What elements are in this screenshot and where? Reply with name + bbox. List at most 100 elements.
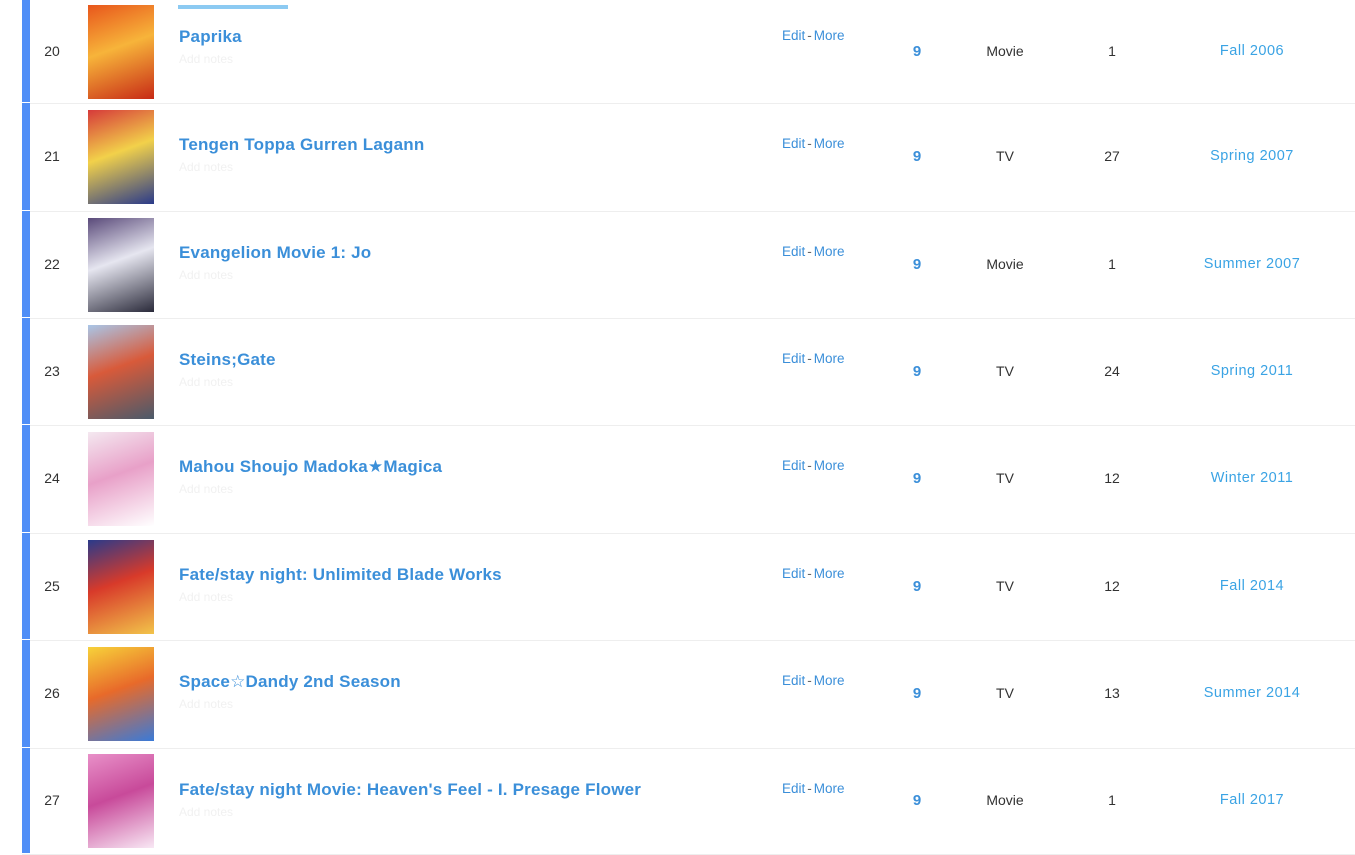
anime-list: 20 Paprika Add notes Edit - More 9 Movie 1 Fall 2… bbox=[22, 0, 1355, 855]
anime-title-link[interactable]: Fate/stay night: Unlimited Blade Works bbox=[179, 565, 502, 585]
anime-type: Movie bbox=[986, 792, 1024, 808]
add-notes-link[interactable]: Add notes bbox=[179, 697, 233, 711]
add-notes-link[interactable]: Add notes bbox=[179, 482, 233, 496]
status-bar bbox=[22, 640, 30, 748]
season-link[interactable]: Spring 2007 bbox=[1182, 148, 1322, 164]
cover-image[interactable] bbox=[88, 754, 154, 848]
score-value[interactable]: 9 bbox=[902, 256, 932, 273]
row-actions: Edit - More bbox=[782, 458, 845, 473]
episode-count: 24 bbox=[1104, 362, 1120, 379]
cover-image[interactable] bbox=[88, 647, 154, 741]
episode-count: 1 bbox=[1108, 792, 1116, 808]
row-actions: Edit - More bbox=[782, 136, 845, 151]
episode-count: 1 bbox=[1108, 42, 1116, 59]
season-link[interactable]: Winter 2011 bbox=[1182, 470, 1322, 486]
add-notes-link[interactable]: Add notes bbox=[179, 52, 233, 66]
row-actions: Edit - More bbox=[782, 673, 845, 688]
edit-link[interactable]: Edit bbox=[782, 244, 805, 259]
status-bar bbox=[22, 748, 30, 854]
rank-number: 24 bbox=[44, 470, 60, 486]
anime-title-link[interactable]: Evangelion Movie 1: Jo bbox=[179, 243, 371, 263]
episode-count: 1 bbox=[1108, 255, 1116, 272]
score-value[interactable]: 9 bbox=[902, 148, 932, 165]
cover-image[interactable] bbox=[88, 324, 154, 419]
anime-type: Movie bbox=[986, 42, 1024, 59]
anime-title-link[interactable]: Paprika bbox=[179, 27, 242, 47]
list-row: 25 Fate/stay night: Unlimited Blade Works… bbox=[22, 533, 1355, 641]
add-notes-link[interactable]: Add notes bbox=[179, 375, 233, 389]
edit-link[interactable]: Edit bbox=[782, 28, 805, 43]
episode-count: 12 bbox=[1104, 577, 1120, 594]
action-separator: - bbox=[807, 136, 812, 151]
anime-title-link[interactable]: Space☆Dandy 2nd Season bbox=[179, 672, 401, 692]
season-link[interactable]: Summer 2014 bbox=[1182, 685, 1322, 701]
rank-number: 21 bbox=[44, 148, 60, 164]
row-actions: Edit - More bbox=[782, 244, 845, 259]
add-notes-link[interactable]: Add notes bbox=[179, 805, 233, 819]
edit-link[interactable]: Edit bbox=[782, 136, 805, 151]
list-row: 20 Paprika Add notes Edit - More 9 Movie 1 Fall 2… bbox=[22, 0, 1355, 104]
score-value[interactable]: 9 bbox=[902, 363, 932, 380]
season-link[interactable]: Fall 2017 bbox=[1182, 792, 1322, 808]
list-row: 22 Evangelion Movie 1: Jo Add notes Edit - Mo… bbox=[22, 211, 1355, 319]
more-link[interactable]: More bbox=[814, 136, 845, 151]
season-link[interactable]: Summer 2007 bbox=[1182, 256, 1322, 272]
action-separator: - bbox=[807, 351, 812, 366]
more-link[interactable]: More bbox=[814, 351, 845, 366]
action-separator: - bbox=[807, 673, 812, 688]
season-link[interactable]: Fall 2006 bbox=[1182, 43, 1322, 59]
anime-type: Movie bbox=[986, 255, 1024, 272]
cover-image[interactable] bbox=[88, 217, 154, 312]
cover-image[interactable] bbox=[88, 4, 154, 99]
cover-image[interactable] bbox=[88, 110, 154, 204]
rank-number: 25 bbox=[44, 577, 60, 594]
more-link[interactable]: More bbox=[814, 244, 845, 259]
add-notes-link[interactable]: Add notes bbox=[179, 268, 233, 282]
score-value[interactable]: 9 bbox=[902, 470, 932, 487]
rank-number: 27 bbox=[44, 792, 60, 808]
score-value[interactable]: 9 bbox=[902, 578, 932, 595]
anime-type: TV bbox=[996, 577, 1014, 594]
status-bar bbox=[22, 0, 30, 103]
edit-link[interactable]: Edit bbox=[782, 458, 805, 473]
add-notes-link[interactable]: Add notes bbox=[179, 590, 233, 604]
action-separator: - bbox=[807, 781, 812, 796]
more-link[interactable]: More bbox=[814, 781, 845, 796]
status-bar bbox=[22, 533, 30, 640]
rank-number: 23 bbox=[44, 362, 60, 379]
score-value[interactable]: 9 bbox=[902, 685, 932, 702]
row-actions: Edit - More bbox=[782, 566, 845, 581]
list-row: 23 Steins;Gate Add notes Edit - More 9 TV 24 Spri… bbox=[22, 318, 1355, 426]
rank-number: 26 bbox=[44, 685, 60, 701]
cover-image[interactable] bbox=[88, 539, 154, 634]
season-link[interactable]: Fall 2014 bbox=[1182, 578, 1322, 594]
season-link[interactable]: Spring 2011 bbox=[1182, 363, 1322, 379]
list-row: 24 Mahou Shoujo Madoka★Magica Add notes Edi… bbox=[22, 425, 1355, 534]
edit-link[interactable]: Edit bbox=[782, 351, 805, 366]
anime-type: TV bbox=[996, 148, 1014, 164]
edit-link[interactable]: Edit bbox=[782, 781, 805, 796]
status-bar bbox=[22, 103, 30, 211]
status-bar bbox=[22, 425, 30, 533]
more-link[interactable]: More bbox=[814, 458, 845, 473]
cover-image[interactable] bbox=[88, 432, 154, 526]
anime-type: TV bbox=[996, 362, 1014, 379]
more-link[interactable]: More bbox=[814, 566, 845, 581]
edit-link[interactable]: Edit bbox=[782, 566, 805, 581]
status-bar bbox=[22, 211, 30, 318]
add-notes-link[interactable]: Add notes bbox=[179, 160, 233, 174]
anime-title-link[interactable]: Fate/stay night Movie: Heaven's Feel - I… bbox=[179, 780, 641, 800]
anime-title-link[interactable]: Tengen Toppa Gurren Lagann bbox=[179, 135, 424, 155]
score-value[interactable]: 9 bbox=[902, 792, 932, 809]
episode-count: 13 bbox=[1104, 685, 1120, 701]
action-separator: - bbox=[807, 458, 812, 473]
score-value[interactable]: 9 bbox=[902, 43, 932, 60]
episode-count: 12 bbox=[1104, 470, 1120, 486]
more-link[interactable]: More bbox=[814, 28, 845, 43]
row-actions: Edit - More bbox=[782, 781, 845, 796]
more-link[interactable]: More bbox=[814, 673, 845, 688]
edit-link[interactable]: Edit bbox=[782, 673, 805, 688]
anime-title-link[interactable]: Steins;Gate bbox=[179, 350, 276, 370]
anime-title-link[interactable]: Mahou Shoujo Madoka★Magica bbox=[179, 457, 442, 477]
row-actions: Edit - More bbox=[782, 28, 845, 43]
